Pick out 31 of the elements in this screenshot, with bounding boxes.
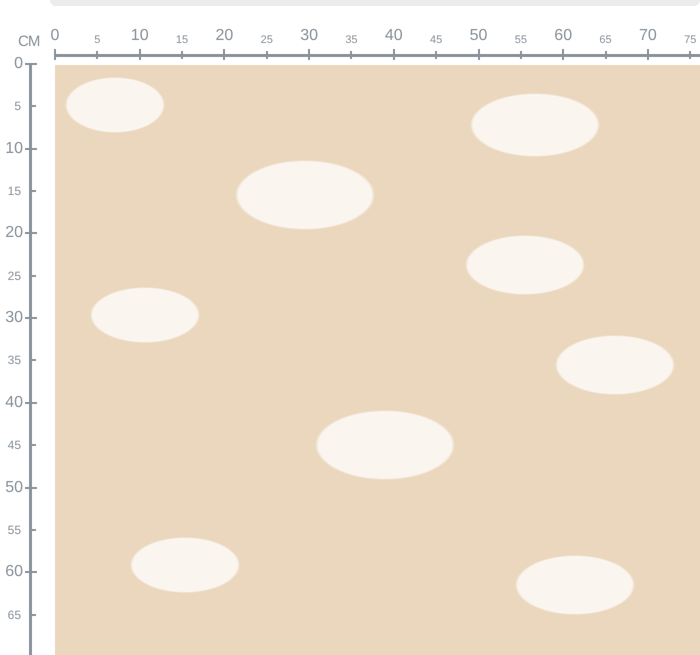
ruler-label: 60 xyxy=(5,564,23,580)
ruler-label: 75 xyxy=(684,35,696,46)
ruler-label: 5 xyxy=(94,35,100,46)
ruler-label: 15 xyxy=(8,185,21,198)
ruler-label: 45 xyxy=(430,35,442,46)
ruler-label: 40 xyxy=(384,28,403,44)
ruler-label: 5 xyxy=(14,100,21,112)
ruler-label: 50 xyxy=(5,480,23,496)
ruler-label: 30 xyxy=(300,28,318,44)
ruler-label: 55 xyxy=(514,35,527,46)
ruler-label: 25 xyxy=(260,35,273,46)
ruler-label: 35 xyxy=(8,354,21,366)
ruler-label: 20 xyxy=(5,225,23,242)
ruler-label: 60 xyxy=(554,28,572,44)
ruler-label: 50 xyxy=(470,28,488,44)
ruler-label: 10 xyxy=(130,28,149,44)
ruler-label: 10 xyxy=(5,140,23,157)
ruler-label: 30 xyxy=(5,310,23,326)
ruler-label: 0 xyxy=(14,56,23,72)
ruler-label: 40 xyxy=(5,394,23,411)
ruler-label: 35 xyxy=(345,35,358,46)
ruler-label: 55 xyxy=(8,524,21,536)
ruler-label: 15 xyxy=(176,35,188,46)
ruler-label: 65 xyxy=(8,608,21,621)
ruler-label: 0 xyxy=(50,28,60,44)
unit-label: CM xyxy=(18,33,40,50)
ruler-label: 20 xyxy=(216,28,234,44)
ruler-label: 25 xyxy=(8,270,21,282)
ruler-label: 45 xyxy=(8,439,21,452)
ruler-label: 70 xyxy=(639,28,657,44)
ruler-label: 65 xyxy=(599,35,612,46)
